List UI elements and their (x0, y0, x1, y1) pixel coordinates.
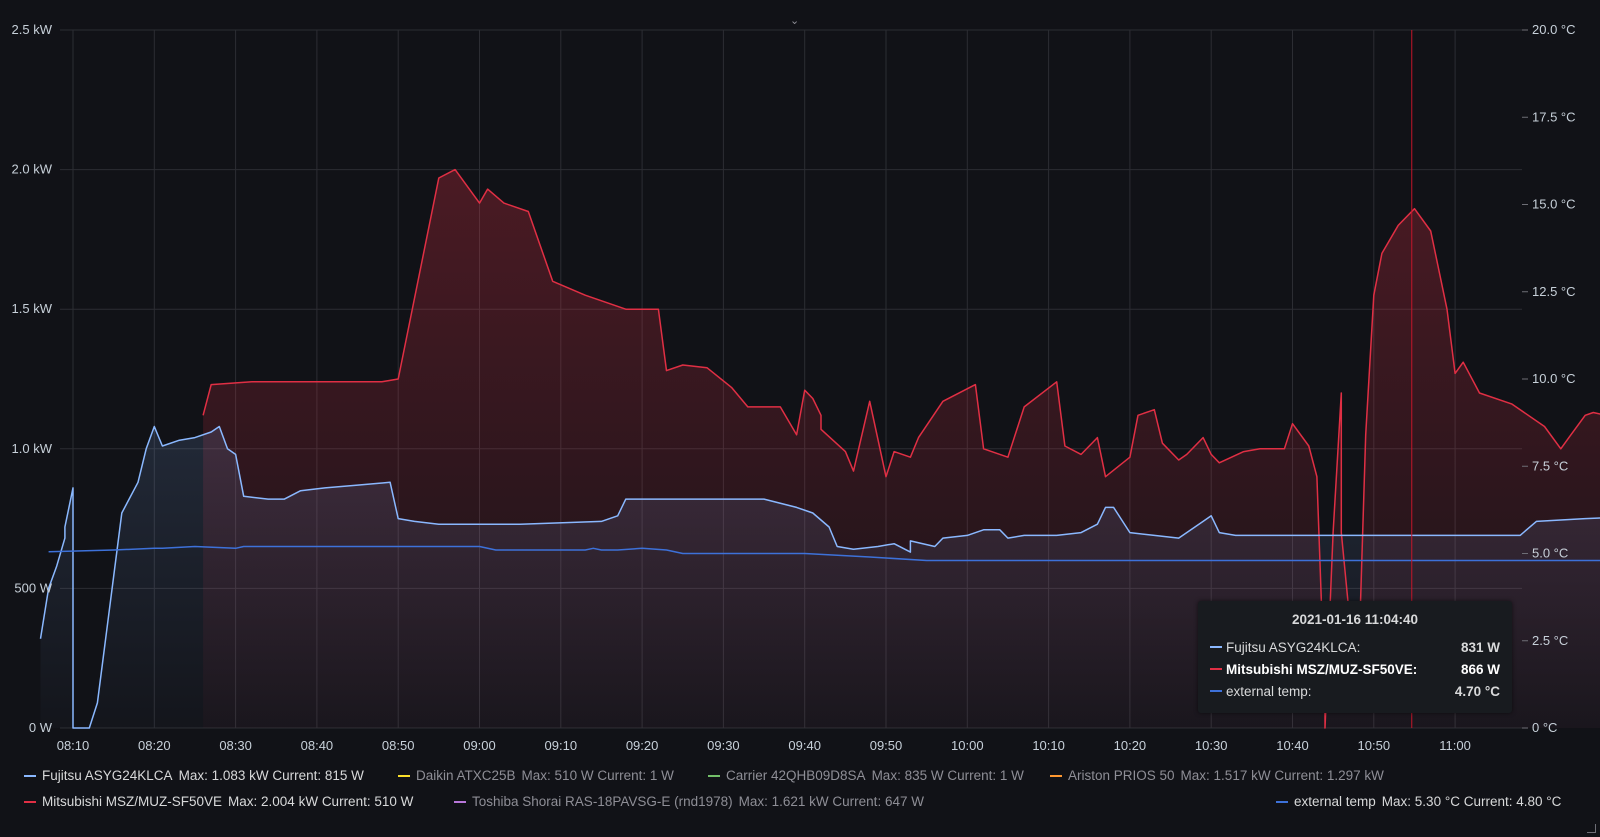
tooltip-value-mitsubishi: 866 W (1460, 661, 1500, 677)
legend-item-daikin[interactable]: Daikin ATXC25B Max: 510 W Current: 1 W (398, 768, 680, 783)
legend-row-1: Fujitsu ASYG24KLCA Max: 1.083 kW Current… (0, 768, 1600, 794)
tooltip-value-external-temp: 4.70 °C (1454, 683, 1500, 699)
legend-name-external-temp: external temp (1294, 794, 1376, 809)
y-right-tick-label: 17.5 °C (1532, 109, 1576, 124)
legend-name-ariston: Ariston PRIOS 50 (1068, 768, 1175, 783)
legend-item-toshiba[interactable]: Toshiba Shorai RAS-18PAVSG-E (rnd1978) M… (454, 794, 930, 809)
tooltip-row-external-temp: external temp: 4.70 °C (1210, 681, 1500, 701)
y-right-tick-label: 7.5 °C (1532, 458, 1568, 473)
y-left-tick-label: 2.0 kW (12, 162, 53, 177)
x-tick-label: 10:10 (1032, 738, 1065, 753)
legend-stats-carrier: Max: 835 W Current: 1 W (871, 768, 1024, 783)
legend-swatch-daikin (398, 774, 410, 777)
x-tick-label: 09:10 (545, 738, 578, 753)
legend-name-mitsubishi: Mitsubishi MSZ/MUZ-SF50VE (42, 794, 223, 809)
legend-name-carrier: Carrier 42QHB09D8SA (726, 768, 866, 783)
x-tick-label: 08:10 (57, 738, 90, 753)
x-tick-label: 11:00 (1439, 738, 1471, 753)
x-axis: 08:10 08:20 08:30 08:40 08:50 09:00 09:10 09:20… (57, 738, 1471, 753)
legend-item-carrier[interactable]: Carrier 42QHB09D8SA Max: 835 W Current: … (708, 768, 1030, 783)
legend-stats-fujitsu: Max: 1.083 kW Current: 815 W (178, 768, 364, 783)
y-left-tick-label: 1.5 kW (12, 301, 53, 316)
tooltip-row-mitsubishi: Mitsubishi MSZ/MUZ-SF50VE: 866 W (1210, 659, 1500, 679)
tooltip-swatch-external-temp (1210, 690, 1222, 692)
y-right-tick-label: 15.0 °C (1532, 197, 1576, 212)
x-tick-label: 10:50 (1358, 738, 1391, 753)
legend-name-toshiba: Toshiba Shorai RAS-18PAVSG-E (rnd1978) (472, 794, 733, 809)
tooltip-swatch-fujitsu (1210, 646, 1222, 648)
x-tick-label: 08:40 (301, 738, 334, 753)
legend-item-external-temp[interactable]: external temp Max: 5.30 °C Current: 4.80… (1276, 794, 1567, 809)
y-right-tick-label: 5.0 °C (1532, 546, 1568, 561)
legend-item-ariston[interactable]: Ariston PRIOS 50 Max: 1.517 kW Current: … (1050, 768, 1390, 783)
x-tick-label: 09:00 (463, 738, 496, 753)
y-left-tick-label: 2.5 kW (12, 22, 53, 37)
x-tick-label: 10:20 (1114, 738, 1147, 753)
tooltip-row-fujitsu: Fujitsu ASYG24KLCA: 831 W (1210, 637, 1500, 657)
legend-stats-ariston: Max: 1.517 kW Current: 1.297 kW (1180, 768, 1384, 783)
y-left-tick-label: 500 W (14, 580, 52, 595)
tooltip-label-mitsubishi: Mitsubishi MSZ/MUZ-SF50VE: (1226, 661, 1418, 677)
legend-stats-external-temp: Max: 5.30 °C Current: 4.80 °C (1381, 794, 1562, 809)
y-left-tick-label: 0 W (29, 720, 53, 735)
y-right-tick-label: 12.5 °C (1532, 284, 1576, 299)
y-right-tick-label: 10.0 °C (1532, 371, 1576, 386)
legend-item-mitsubishi[interactable]: Mitsubishi MSZ/MUZ-SF50VE Max: 2.004 kW … (24, 794, 419, 809)
legend-name-fujitsu: Fujitsu ASYG24KLCA (42, 768, 173, 783)
x-tick-label: 08:30 (219, 738, 252, 753)
legend-stats-toshiba: Max: 1.621 kW Current: 647 W (738, 794, 924, 809)
legend-name-daikin: Daikin ATXC25B (416, 768, 516, 783)
legend-swatch-mitsubishi (24, 800, 36, 803)
legend-swatch-fujitsu (24, 774, 36, 777)
x-tick-label: 10:30 (1195, 738, 1228, 753)
hover-tooltip: 2021-01-16 11:04:40 Fujitsu ASYG24KLCA: … (1198, 601, 1512, 713)
tooltip-value-fujitsu: 831 W (1460, 639, 1500, 655)
tooltip-label-external-temp: external temp: (1226, 683, 1312, 699)
chevron-down-icon[interactable]: ⌄ (790, 14, 800, 27)
tooltip-time: 2021-01-16 11:04:40 (1291, 612, 1419, 627)
legend-row-2: Mitsubishi MSZ/MUZ-SF50VE Max: 2.004 kW … (0, 794, 1600, 820)
legend-swatch-ariston (1050, 774, 1062, 777)
legend-stats-daikin: Max: 510 W Current: 1 W (521, 768, 674, 783)
tooltip-swatch-mitsubishi (1210, 668, 1222, 670)
tooltip-label-fujitsu: Fujitsu ASYG24KLCA: (1226, 639, 1361, 655)
resize-handle-icon[interactable] (1587, 824, 1596, 833)
x-tick-label: 10:40 (1276, 738, 1309, 753)
y-right-tick-label: 20.0 °C (1532, 22, 1576, 37)
legend-stats-mitsubishi: Max: 2.004 kW Current: 510 W (228, 794, 414, 809)
x-tick-label: 10:00 (951, 738, 984, 753)
x-tick-label: 09:20 (626, 738, 659, 753)
y-right-tick-label: 0 °C (1532, 720, 1557, 735)
x-tick-label: 08:20 (138, 738, 171, 753)
legend-swatch-toshiba (454, 800, 466, 803)
legend-item-fujitsu[interactable]: Fujitsu ASYG24KLCA Max: 1.083 kW Current… (24, 768, 370, 783)
x-tick-label: 09:50 (870, 738, 903, 753)
x-tick-label: 09:40 (788, 738, 821, 753)
legend-swatch-carrier (708, 774, 720, 777)
y-left-tick-label: 1.0 kW (12, 441, 53, 456)
x-tick-label: 08:50 (382, 738, 415, 753)
x-tick-label: 09:30 (707, 738, 740, 753)
legend-swatch-external-temp (1276, 800, 1288, 803)
y-right-tick-label: 2.5 °C (1532, 633, 1568, 648)
